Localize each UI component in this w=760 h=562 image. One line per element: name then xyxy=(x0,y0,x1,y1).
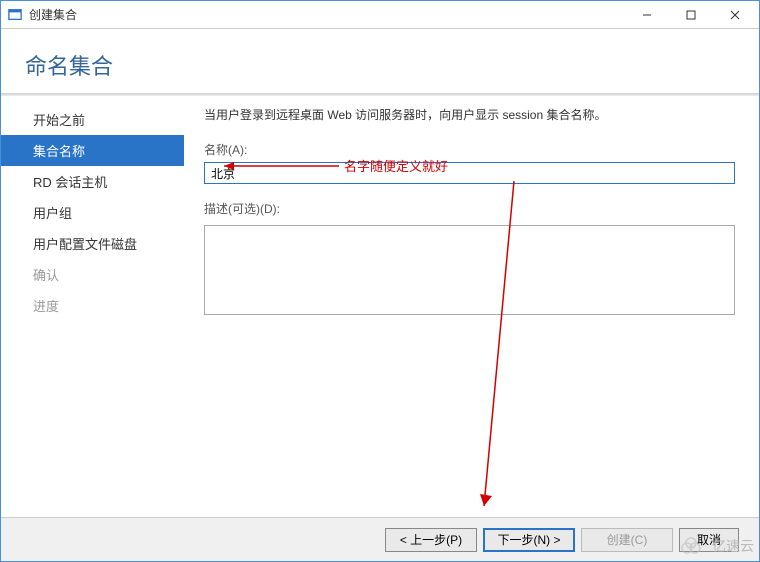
cancel-button[interactable]: 取消 xyxy=(679,528,739,552)
content-pane: 当用户登录到远程桌面 Web 访问服务器时，向用户显示 session 集合名称… xyxy=(184,96,759,517)
sidebar-item-user-groups[interactable]: 用户组 xyxy=(1,197,184,228)
wizard-footer: < 上一步(P) 下一步(N) > 创建(C) 取消 xyxy=(1,517,759,561)
sidebar-item-user-profile-disks[interactable]: 用户配置文件磁盘 xyxy=(1,228,184,259)
prev-button[interactable]: < 上一步(P) xyxy=(385,528,477,552)
sidebar-item-collection-name[interactable]: 集合名称 xyxy=(1,135,184,166)
sidebar-item-label: 进度 xyxy=(33,299,59,314)
close-button[interactable] xyxy=(713,1,757,29)
collection-name-input[interactable] xyxy=(204,162,735,184)
dialog-window: 创建集合 命名集合 开始之前 集合名称 RD 会话主机 用户组 用户配置文件磁盘… xyxy=(0,0,760,562)
next-button[interactable]: 下一步(N) > xyxy=(483,528,575,552)
intro-text: 当用户登录到远程桌面 Web 访问服务器时，向用户显示 session 集合名称… xyxy=(204,106,735,123)
name-field-group: 名称(A): xyxy=(204,141,735,184)
collection-desc-input[interactable] xyxy=(204,225,735,315)
sidebar-item-progress: 进度 xyxy=(1,290,184,321)
window-title: 创建集合 xyxy=(29,6,625,23)
page-title: 命名集合 xyxy=(25,49,735,81)
desc-label: 描述(可选)(D): xyxy=(204,200,735,217)
sidebar-item-label: RD 会话主机 xyxy=(33,175,107,190)
sidebar-item-confirm: 确认 xyxy=(1,259,184,290)
sidebar-item-label: 用户组 xyxy=(33,206,72,221)
sidebar-item-label: 确认 xyxy=(33,268,59,283)
sidebar-item-label: 用户配置文件磁盘 xyxy=(33,237,137,252)
name-label: 名称(A): xyxy=(204,141,735,158)
page-header: 命名集合 xyxy=(1,29,759,89)
app-icon xyxy=(7,7,23,23)
desc-field-group: 描述(可选)(D): xyxy=(204,200,735,318)
sidebar-item-label: 开始之前 xyxy=(33,113,85,128)
sidebar-item-before-start[interactable]: 开始之前 xyxy=(1,104,184,135)
titlebar: 创建集合 xyxy=(1,1,759,29)
sidebar-item-label: 集合名称 xyxy=(33,144,85,159)
wizard-steps-sidebar: 开始之前 集合名称 RD 会话主机 用户组 用户配置文件磁盘 确认 进度 xyxy=(1,96,184,517)
sidebar-item-rd-session-host[interactable]: RD 会话主机 xyxy=(1,166,184,197)
maximize-button[interactable] xyxy=(669,1,713,29)
dialog-body: 开始之前 集合名称 RD 会话主机 用户组 用户配置文件磁盘 确认 进度 当用户… xyxy=(1,96,759,517)
minimize-button[interactable] xyxy=(625,1,669,29)
create-button: 创建(C) xyxy=(581,528,673,552)
window-controls xyxy=(625,1,757,29)
